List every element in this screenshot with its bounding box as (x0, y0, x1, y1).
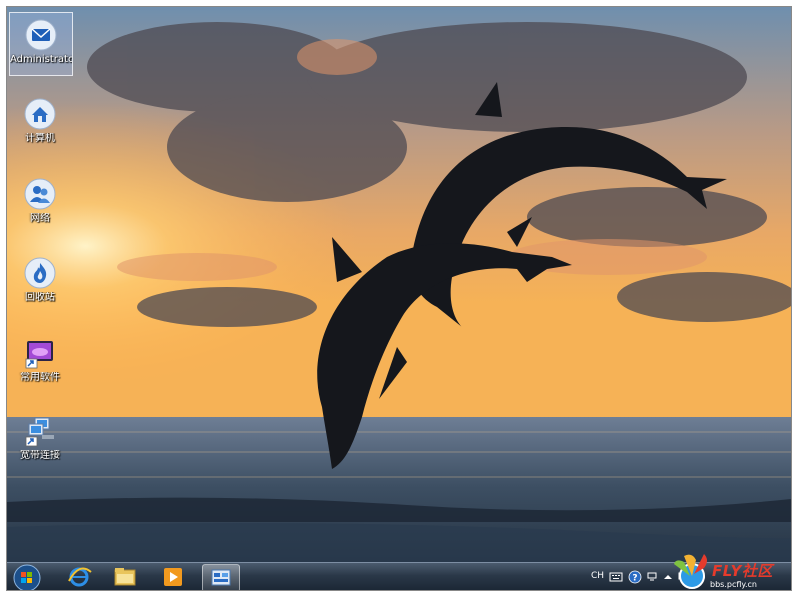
fly-community-watermark: FLY社区 bbs.pcfly.cn (670, 540, 790, 595)
taskbar-control-panel-button[interactable] (202, 564, 240, 590)
help-icon[interactable]: ? (628, 570, 642, 584)
mail-user-folder-icon (25, 19, 57, 51)
desktop-icon-software[interactable]: 常用软件 (9, 331, 71, 393)
media-player-icon (164, 568, 182, 586)
desktop-icon-label: Administrator (10, 54, 72, 65)
recycle-bin-flame-icon (24, 257, 56, 289)
software-folder-shortcut-icon (25, 341, 53, 369)
desktop-window: Administrator 计算机 网络 回收站 常用软件 宽带连接 CH ? (6, 6, 792, 591)
computer-home-icon (24, 98, 56, 130)
desktop-icon-recycle-bin[interactable]: 回收站 (9, 251, 71, 313)
taskbar-file-explorer-button[interactable] (107, 564, 143, 590)
svg-text:?: ? (632, 574, 637, 584)
file-explorer-icon (114, 568, 136, 586)
windows-start-orb-icon[interactable] (13, 564, 41, 591)
desktop-icon-label: 宽带连接 (20, 450, 60, 461)
desktop-icon-label: 计算机 (25, 133, 55, 144)
network-users-icon (24, 178, 56, 210)
desktop-icon-grid: Administrator 计算机 网络 回收站 常用软件 宽带连接 (7, 7, 77, 477)
taskbar-internet-explorer-button[interactable] (61, 564, 97, 590)
desktop-icon-label: 常用软件 (20, 372, 60, 383)
internet-explorer-icon (68, 567, 92, 587)
desktop-icon-administrator[interactable]: Administrator (9, 12, 73, 76)
desktop-icon-label: 网络 (30, 213, 50, 224)
fly-logo-icon (674, 554, 707, 589)
desktop-icon-network[interactable]: 网络 (9, 172, 71, 234)
taskbar-media-player-button[interactable] (155, 564, 191, 590)
watermark-url: bbs.pcfly.cn (710, 580, 757, 589)
control-panel-icon (211, 569, 231, 586)
desktop-icon-label: 回收站 (25, 292, 55, 303)
desktop-wallpaper-dolphins (7, 7, 791, 590)
watermark-brand: FLY社区 (712, 562, 773, 580)
desktop-icon-broadband[interactable]: 宽带连接 (9, 409, 71, 471)
desktop-icon-computer[interactable]: 计算机 (9, 92, 71, 154)
ime-icon[interactable] (645, 570, 659, 584)
language-indicator[interactable]: CH (591, 571, 604, 581)
keyboard-icon[interactable] (609, 570, 623, 584)
broadband-connection-shortcut-icon (25, 417, 54, 447)
